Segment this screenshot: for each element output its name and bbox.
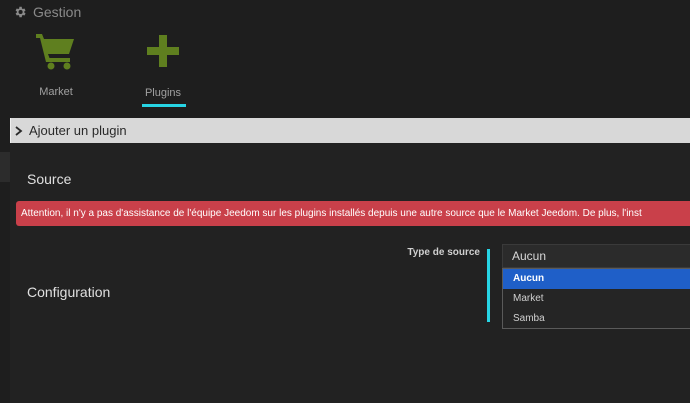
plus-icon (147, 35, 179, 67)
market-label: Market (39, 86, 73, 98)
configuration-section-title: Configuration (27, 284, 111, 300)
option-samba[interactable]: Samba (503, 309, 690, 329)
management-header: Gestion Market Plugins (0, 0, 690, 118)
source-type-accent (487, 249, 490, 322)
left-edge-strip (0, 152, 10, 182)
add-plugin-panel-header[interactable]: Ajouter un plugin (10, 118, 690, 143)
add-plugin-title: Ajouter un plugin (29, 123, 127, 138)
shopping-cart-icon (36, 34, 74, 70)
source-type-select[interactable]: Aucun (502, 244, 690, 268)
plugins-label: Plugins (144, 87, 182, 99)
option-aucun[interactable]: Aucun (503, 269, 690, 289)
market-tile[interactable]: Market (21, 30, 91, 110)
management-section-label: Gestion (13, 3, 81, 21)
source-section-title: Source (27, 171, 72, 187)
option-market[interactable]: Market (503, 289, 690, 309)
warning-alert: Attention, il n'y a pas d'assistance de … (16, 201, 690, 226)
plugins-tile[interactable]: Plugins (128, 30, 198, 110)
management-title: Gestion (33, 4, 82, 20)
source-type-label: Type de source (407, 247, 480, 258)
source-type-dropdown: Aucun Market Samba (502, 268, 690, 329)
page: Gestion Market Plugins Ajouter un plugin (0, 0, 690, 403)
active-tab-indicator (142, 104, 186, 107)
gear-icon (15, 6, 26, 18)
chevron-right-icon (15, 125, 23, 136)
